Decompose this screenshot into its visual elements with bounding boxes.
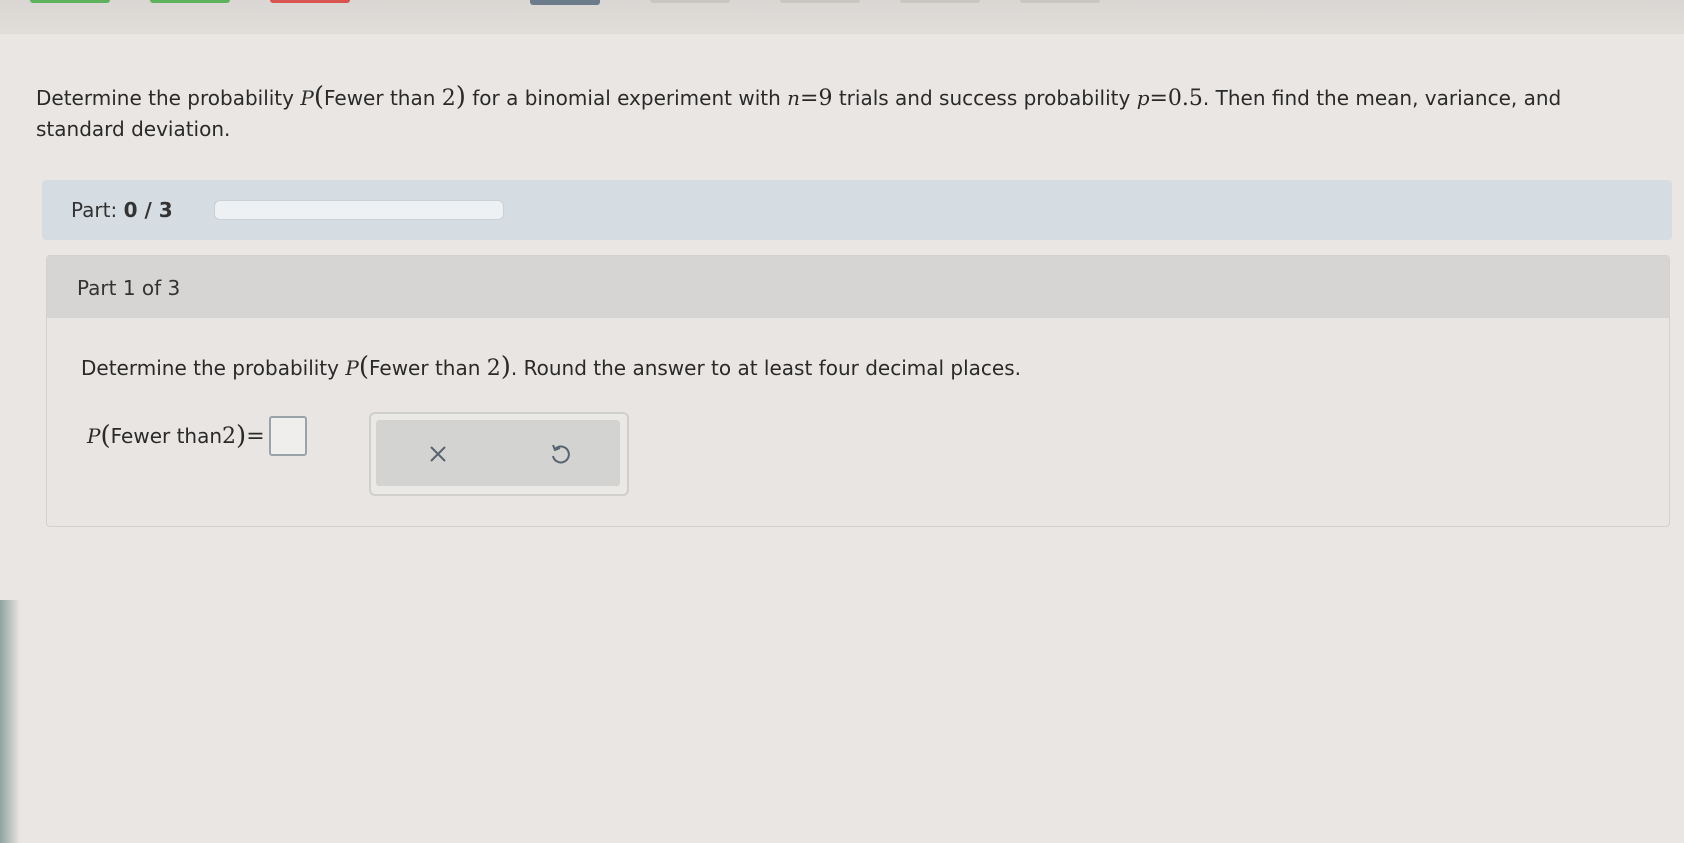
problem-p-value: =0.5	[1149, 86, 1203, 111]
question-event-number: 2	[486, 356, 501, 381]
question-tab-correct[interactable]	[30, 0, 110, 3]
question-tab-current[interactable]	[530, 0, 600, 5]
answer-input[interactable]	[268, 416, 307, 456]
part-progress-label: Part: 0 / 3	[71, 198, 173, 222]
question-tab[interactable]	[650, 0, 730, 3]
problem-n-symbol: n	[787, 86, 801, 110]
answer-row: P(Fewer than 2) =	[87, 416, 307, 456]
undo-icon-glyph	[552, 444, 570, 464]
close-paren: )	[455, 82, 466, 112]
problem-statement: Determine the probability P(Fewer than 2…	[36, 82, 1636, 144]
question-tab[interactable]	[900, 0, 980, 3]
question-event: Fewer than	[368, 356, 487, 380]
question-tab-correct[interactable]	[150, 0, 230, 3]
undo-icon[interactable]	[544, 438, 576, 470]
part-card: Part 1 of 3 Determine the probability P(…	[46, 255, 1670, 527]
problem-text: Determine the probability	[36, 86, 301, 110]
problem-n-value: =9	[800, 86, 833, 111]
top-tab-strip	[0, 0, 1684, 34]
answer-event: Fewer than	[110, 424, 223, 448]
close-paren: )	[236, 421, 247, 451]
part-progress-value: 0 / 3	[123, 198, 173, 222]
x-icon-glyph	[430, 446, 446, 462]
question-p-symbol: P	[345, 356, 359, 380]
part-question: Determine the probability P(Fewer than 2…	[81, 352, 1021, 382]
problem-event: Fewer than	[323, 86, 442, 110]
problem-p-small: p	[1136, 86, 1150, 110]
left-edge-shadow	[0, 600, 20, 843]
problem-text: for a binomial experiment with	[465, 86, 788, 110]
open-paren: (	[100, 421, 111, 451]
answer-tools-inner	[376, 420, 620, 486]
answer-event-number: 2	[222, 423, 237, 449]
open-paren: (	[313, 82, 324, 112]
open-paren: (	[358, 352, 369, 382]
answer-tools-panel	[369, 412, 629, 496]
part-progress-bar: Part: 0 / 3	[42, 180, 1672, 240]
answer-p-symbol: P	[87, 424, 101, 448]
question-tab[interactable]	[780, 0, 860, 3]
x-icon[interactable]	[422, 438, 454, 470]
problem-event-number: 2	[441, 86, 456, 111]
question-text: Determine the probability	[81, 356, 346, 380]
part-label-prefix: Part:	[71, 198, 124, 222]
part-header: Part 1 of 3	[47, 256, 1669, 318]
question-tab[interactable]	[1020, 0, 1100, 3]
answer-equals: =	[246, 423, 265, 449]
part-header-label: Part 1 of 3	[77, 276, 181, 300]
question-text: . Round the answer to at least four deci…	[510, 356, 1021, 380]
problem-p-symbol: P	[300, 86, 314, 110]
close-paren: )	[500, 352, 511, 382]
problem-text: trials and success probability	[832, 86, 1137, 110]
progress-track	[214, 200, 504, 220]
question-tab-incorrect[interactable]	[270, 0, 350, 3]
